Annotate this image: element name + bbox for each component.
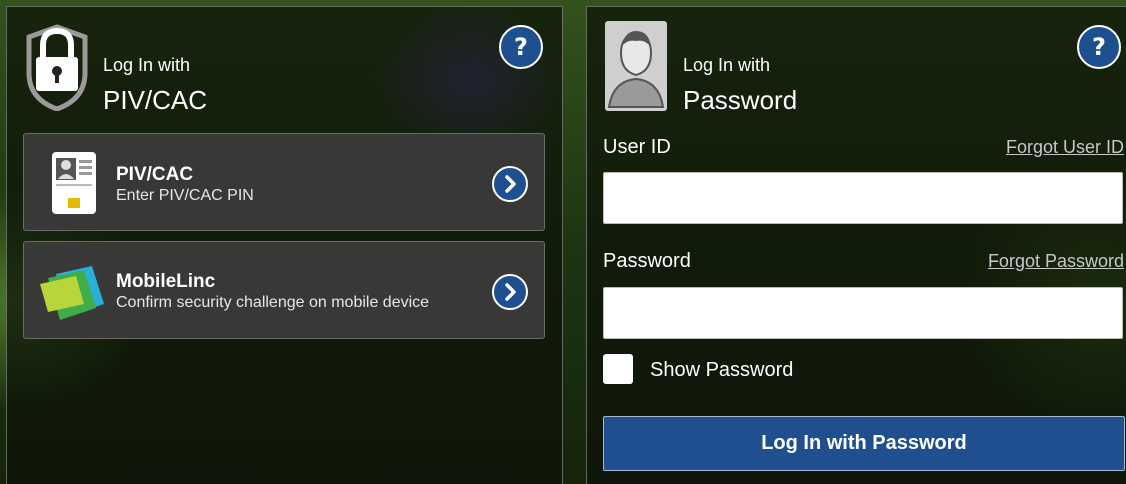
- piv-cac-option-title: PIV/CAC: [116, 164, 194, 185]
- show-password-label[interactable]: Show Password: [650, 359, 793, 382]
- chevron-right-icon[interactable]: [492, 166, 528, 202]
- mobilelinc-option[interactable]: MobileLinc Confirm security challenge on…: [23, 241, 545, 339]
- lock-shield-icon: [21, 21, 93, 116]
- mobilelinc-option-description: Confirm security challenge on mobile dev…: [116, 294, 430, 311]
- help-question-icon: ?: [1092, 33, 1106, 61]
- forgot-password-link[interactable]: Forgot Password: [988, 251, 1124, 272]
- help-question-icon: ?: [514, 33, 528, 61]
- password-input[interactable]: [603, 287, 1123, 339]
- piv-heading: PIV/CAC: [103, 85, 208, 115]
- piv-help-button[interactable]: ?: [499, 25, 543, 69]
- login-with-password-button[interactable]: Log In with Password: [603, 416, 1125, 471]
- piv-heading-small: Log In with: [103, 55, 191, 75]
- id-card-icon: [52, 152, 96, 219]
- piv-cac-option-description: Enter PIV/CAC PIN: [116, 187, 254, 204]
- piv-login-panel: Log In with PIV/CAC ? PIV/CAC Enter PIV/…: [6, 6, 563, 484]
- password-label: Password: [603, 250, 691, 272]
- user-id-input[interactable]: [603, 172, 1123, 224]
- password-heading: Password: [683, 85, 798, 115]
- mobilelinc-logo-icon: [40, 264, 106, 325]
- password-help-button[interactable]: ?: [1077, 25, 1121, 69]
- user-avatar-icon: [605, 21, 667, 116]
- piv-cac-option[interactable]: PIV/CAC Enter PIV/CAC PIN: [23, 133, 545, 231]
- show-password-checkbox[interactable]: [603, 354, 633, 384]
- password-login-panel: Log In with Password ? User ID Forgot Us…: [586, 6, 1126, 484]
- mobilelinc-option-title: MobileLinc: [116, 271, 216, 292]
- password-heading-small: Log In with: [683, 55, 771, 75]
- chevron-right-icon[interactable]: [492, 274, 528, 310]
- user-id-label: User ID: [603, 136, 671, 158]
- forgot-user-id-link[interactable]: Forgot User ID: [1006, 137, 1124, 158]
